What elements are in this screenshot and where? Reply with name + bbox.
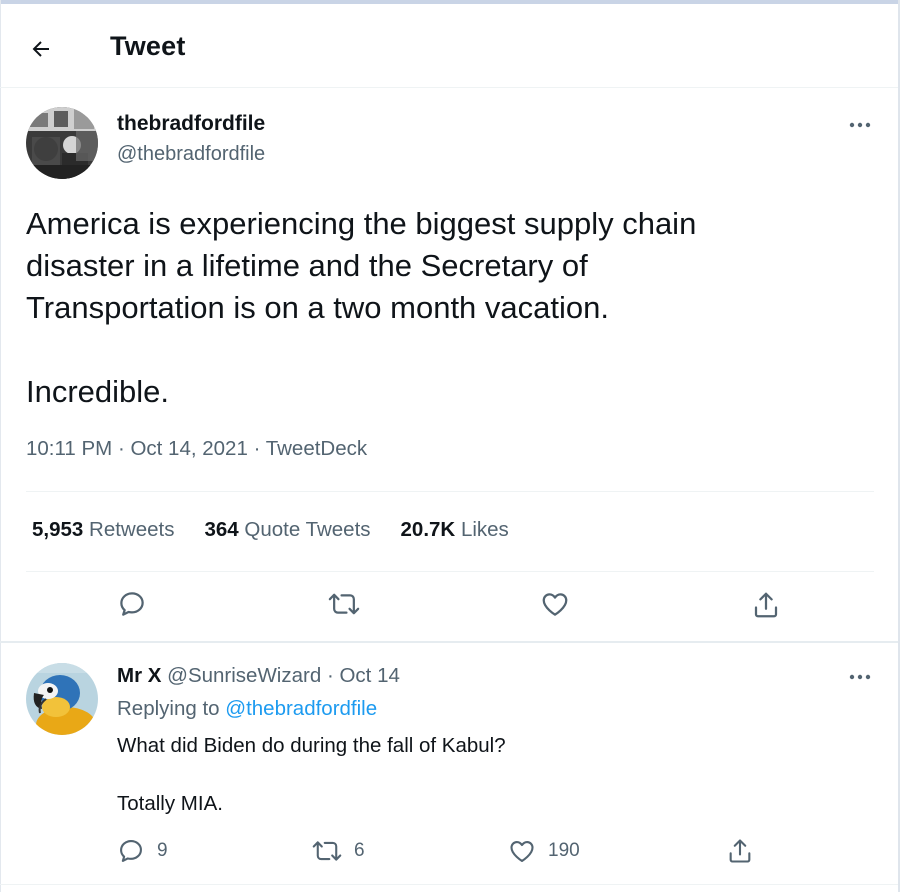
retweet-icon <box>328 593 360 615</box>
share-button[interactable] <box>748 587 784 623</box>
author-avatar[interactable] <box>26 107 98 179</box>
share-icon <box>729 839 751 863</box>
retweet-button[interactable] <box>326 586 362 622</box>
arrow-left-icon <box>32 41 49 57</box>
meta-separator: · <box>326 664 334 687</box>
like-button[interactable] <box>537 586 573 622</box>
more-options-button[interactable] <box>845 115 875 135</box>
share-icon <box>754 592 778 618</box>
author-handle[interactable]: @thebradfordfile <box>117 143 265 166</box>
reply-text-line: What did Biden do during the fall of Kab… <box>117 734 506 757</box>
tweet-text: America is experiencing the biggest supp… <box>26 203 866 413</box>
reply-text: What did Biden do during the fall of Kab… <box>117 731 837 818</box>
author-name[interactable]: thebradfordfile <box>117 112 265 136</box>
back-button[interactable] <box>22 30 60 68</box>
page-title: Tweet <box>110 31 186 61</box>
quote-tweets-count: 364 <box>204 518 239 541</box>
reply-share-button[interactable] <box>726 837 754 865</box>
reply-more-options-button[interactable] <box>845 667 875 687</box>
tweet-meta: 10:11 PM · Oct 14, 2021 · TweetDeck <box>26 437 367 461</box>
reply-author-avatar[interactable] <box>26 663 98 735</box>
retweet-icon <box>312 841 342 861</box>
reply-header: Mr X @SunriseWizard · Oct 14 <box>117 664 400 688</box>
tweet-text-line: Transportation is on a two month vacatio… <box>26 290 609 325</box>
divider <box>0 641 898 643</box>
replying-to-prefix: Replying to <box>117 697 220 720</box>
likes-count: 20.7K <box>400 518 456 541</box>
retweet-count: 6 <box>354 840 365 861</box>
replying-to-handle-link[interactable]: @thebradfordfile <box>225 697 377 720</box>
like-count: 190 <box>548 840 580 861</box>
likes-stat[interactable]: 20.7K Likes <box>401 518 509 542</box>
more-horizontal-icon <box>849 122 871 128</box>
like-icon <box>510 840 534 862</box>
divider <box>0 884 898 885</box>
like-icon <box>542 593 568 616</box>
likes-label: Likes <box>460 518 509 541</box>
tweet-text-line: disaster in a lifetime and the Secretary… <box>26 248 588 283</box>
column-left-border <box>0 0 1 892</box>
quote-tweets-label: Quote Tweets <box>244 518 371 541</box>
quote-tweets-stat[interactable]: 364 Quote Tweets <box>204 518 370 542</box>
reply-date[interactable]: Oct 14 <box>339 664 399 687</box>
page-header: Tweet <box>0 4 898 88</box>
retweets-stat[interactable]: 5,953 Retweets <box>32 518 174 542</box>
reply-icon <box>120 592 144 616</box>
tweet-time[interactable]: 10:11 PM <box>26 437 112 460</box>
reply-reply-button[interactable]: 9 <box>117 837 168 865</box>
replying-to: Replying to @thebradfordfile <box>117 697 377 721</box>
reply-author-name[interactable]: Mr X <box>117 664 161 687</box>
retweets-label: Retweets <box>89 518 175 541</box>
divider <box>26 571 874 572</box>
reply-text-line: Totally MIA. <box>117 792 223 815</box>
tweet-text-line: America is experiencing the biggest supp… <box>26 206 697 241</box>
tweet-stats: 5,953 Retweets 364 Quote Tweets 20.7K Li… <box>32 518 539 542</box>
retweets-count: 5,953 <box>32 518 84 541</box>
reply-like-button[interactable]: 190 <box>508 837 580 865</box>
reply-retweet-button[interactable]: 6 <box>312 837 365 865</box>
reply-author-handle[interactable]: @SunriseWizard <box>167 664 321 687</box>
reply-button[interactable] <box>114 586 150 622</box>
tweet-source[interactable]: TweetDeck <box>266 437 367 460</box>
more-horizontal-icon <box>849 674 871 680</box>
tweet-date[interactable]: Oct 14, 2021 <box>130 437 247 460</box>
reply-count: 9 <box>157 840 168 861</box>
reply-icon <box>120 840 142 862</box>
tweet-text-line: Incredible. <box>26 374 170 409</box>
divider <box>26 491 874 492</box>
meta-separator: · <box>117 437 125 460</box>
meta-separator: · <box>253 437 261 460</box>
